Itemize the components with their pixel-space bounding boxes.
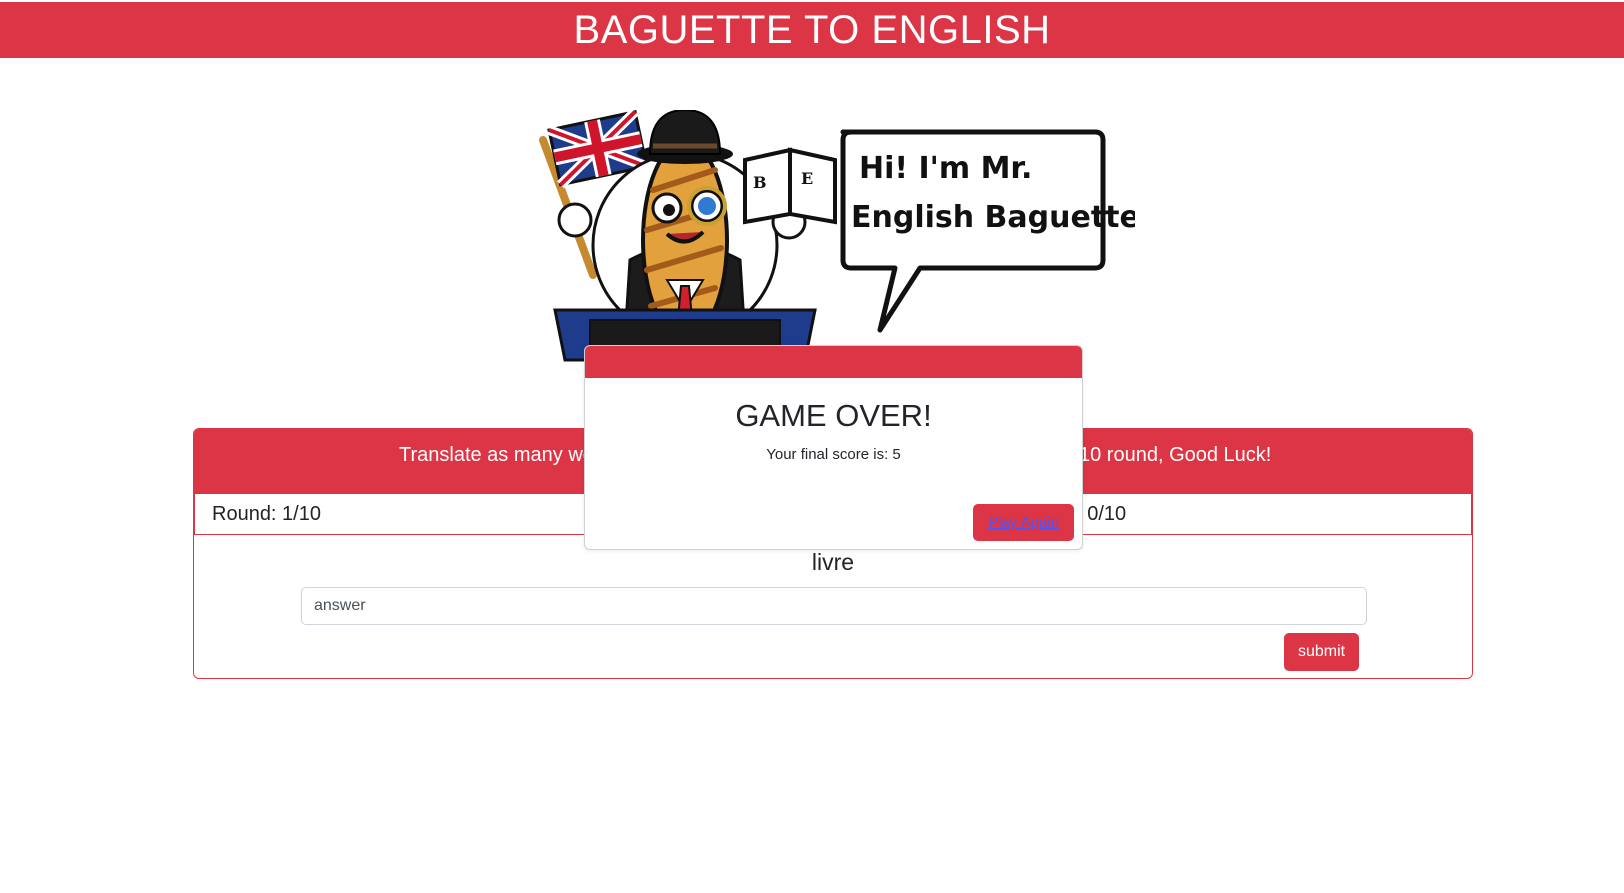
speech-bubble: Hi! I'm Mr. English Baguette!	[840, 129, 1135, 333]
baguette-mascot-illustration: B E Hi! I'm Mr. English Baguette!	[539, 110, 1135, 362]
round-counter: Round: 1/10	[212, 503, 321, 525]
speech-line-2: English Baguette!	[851, 200, 1135, 235]
open-book-icon: B E	[743, 147, 837, 225]
french-word: livre	[811, 549, 855, 575]
instructions-right-text: 10 round, Good Luck!	[1079, 444, 1272, 466]
play-again-link[interactable]: Play Again	[988, 514, 1059, 531]
game-over-modal: GAME OVER! Your final score is: 5 Play A…	[584, 345, 1083, 550]
svg-text:E: E	[801, 169, 813, 188]
submit-button[interactable]: submit	[1284, 633, 1359, 671]
svg-text:B: B	[753, 173, 767, 192]
page-title: BAGUETTE TO ENGLISH	[573, 8, 1051, 52]
bowler-hat-icon	[637, 110, 733, 164]
answer-input[interactable]	[301, 587, 1367, 625]
modal-header	[585, 346, 1082, 378]
play-again-button[interactable]: Play Again	[973, 504, 1074, 541]
instructions-left-text: Translate as many wo	[399, 444, 594, 466]
final-score-text: Your final score is: 5	[766, 446, 901, 463]
speech-line-1: Hi! I'm Mr.	[859, 151, 1032, 186]
modal-title: GAME OVER!	[735, 398, 932, 433]
page-title-bar: BAGUETTE TO ENGLISH	[0, 2, 1624, 58]
